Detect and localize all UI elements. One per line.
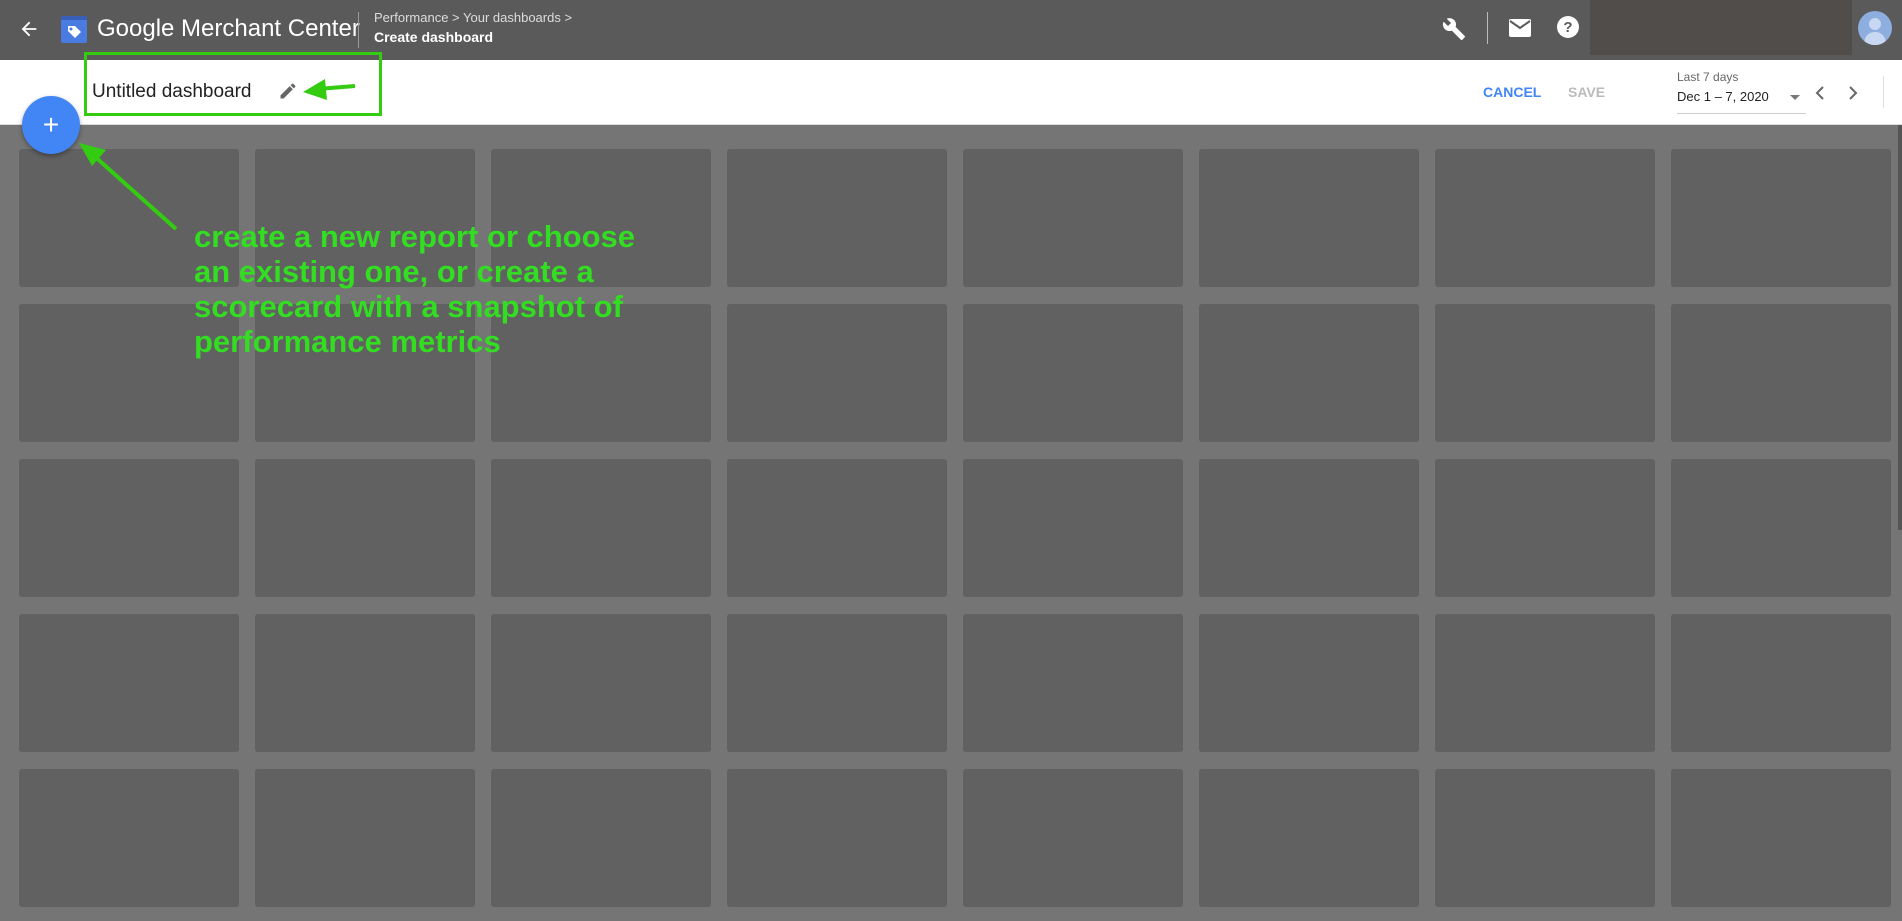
annotation-arrows xyxy=(79,79,356,231)
annotation-arrow-to-add xyxy=(79,143,178,231)
annotation-line: create a new report or choose xyxy=(194,219,636,254)
annotation-arrow-to-title xyxy=(303,79,356,100)
annotation-line: an existing one, or create a xyxy=(194,254,594,289)
annotation-text: create a new report or choose an existin… xyxy=(194,219,635,359)
annotation-line: performance metrics xyxy=(194,324,501,359)
annotation-line: scorecard with a snapshot of xyxy=(194,289,623,324)
